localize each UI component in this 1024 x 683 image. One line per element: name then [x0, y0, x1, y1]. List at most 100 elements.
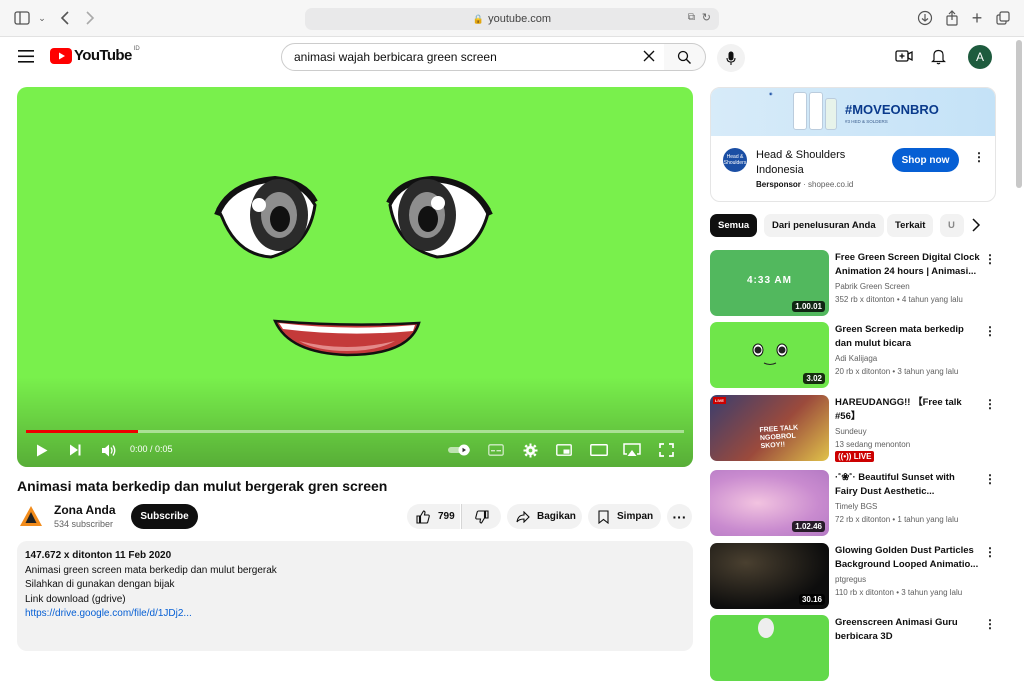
next-icon[interactable]	[66, 439, 84, 461]
youtube-logo[interactable]: YouTube ID	[50, 46, 140, 64]
share-button[interactable]: Bagikan	[507, 504, 582, 529]
video-duration: 30.16	[798, 594, 825, 605]
video-thumbnail[interactable]: 4:33 AM 1.00.01	[710, 250, 829, 316]
advertiser-logo[interactable]: Head & Shoulders	[723, 148, 747, 172]
shop-now-button[interactable]: Shop now	[892, 148, 959, 172]
channel-avatar[interactable]	[18, 503, 44, 529]
video-thumbnail[interactable]	[710, 615, 829, 681]
video-title[interactable]: HAREUDANGG!! 【Free talk #56】	[835, 396, 980, 424]
video-thumbnail[interactable]: 1.02.46	[710, 470, 829, 536]
notifications-bell-icon[interactable]	[931, 48, 946, 70]
sidebar-toggle-icon[interactable]	[12, 8, 32, 28]
description-line: Animasi green screen mata berkedip dan m…	[25, 564, 277, 576]
url-text: youtube.com	[488, 13, 552, 25]
address-bar[interactable]: 🔒 youtube.com ⧉ ↻	[305, 8, 719, 30]
ad-domain: shopee.co.id	[808, 180, 854, 189]
back-icon[interactable]	[55, 8, 75, 28]
voice-search-button[interactable]	[717, 44, 745, 72]
settings-gear-icon[interactable]	[521, 439, 539, 461]
browser-toolbar: ⌄ 🔒 youtube.com ⧉ ↻ +	[0, 0, 1024, 37]
ad-more-options-icon[interactable]: ⋮	[973, 150, 985, 164]
description-line: Silahkan di gunakan dengan bijak	[25, 579, 175, 590]
video-title[interactable]: Glowing Golden Dust Particles Background…	[835, 544, 980, 572]
progress-played	[26, 430, 138, 433]
download-link[interactable]: https://drive.google.com/file/d/1JDj2...	[25, 608, 192, 619]
dislike-button[interactable]	[461, 504, 501, 529]
brand-logo-icon: ◉	[769, 91, 773, 96]
recommended-video[interactable]: Greenscreen Animasi Guru berbicara 3D ⋮	[710, 615, 1000, 683]
channel-name[interactable]: Zona Anda	[54, 503, 116, 517]
sponsored-ad-card[interactable]: ◉ #MOVEONBRO #3 HED & SOLDERS Head & Sho…	[710, 87, 996, 202]
video-meta: 20 rb x ditonton • 3 tahun yang lalu	[835, 367, 959, 376]
video-thumbnail[interactable]: 30.16	[710, 543, 829, 609]
ad-banner-image[interactable]: ◉ #MOVEONBRO #3 HED & SOLDERS	[711, 88, 995, 136]
channel-name[interactable]: ptgregus	[835, 575, 866, 584]
translate-icon[interactable]: ⧉	[688, 12, 695, 23]
new-tab-icon[interactable]: +	[967, 8, 987, 28]
search-button[interactable]	[664, 43, 706, 71]
page-scrollbar[interactable]	[1016, 40, 1022, 188]
sponsored-label: Bersponsor	[756, 180, 801, 189]
like-button[interactable]: 799	[407, 504, 460, 529]
theater-mode-icon[interactable]	[589, 439, 609, 461]
forward-icon[interactable]	[80, 8, 100, 28]
search-icon	[677, 50, 691, 64]
airplay-icon[interactable]	[622, 439, 642, 461]
recommended-video[interactable]: 1.02.46 ·˚❀˚· Beautiful Sunset with Fair…	[710, 470, 1000, 538]
channel-name[interactable]: Timely BGS	[835, 502, 877, 511]
create-video-icon[interactable]	[895, 49, 913, 68]
save-button[interactable]: Simpan	[588, 504, 661, 529]
recommended-video[interactable]: 30.16 Glowing Golden Dust Particles Back…	[710, 543, 1000, 611]
autoplay-toggle[interactable]	[447, 439, 473, 461]
more-options-icon[interactable]: ⋮	[984, 397, 996, 411]
chip-related[interactable]: Terkait	[887, 214, 934, 237]
reload-icon[interactable]: ↻	[702, 11, 711, 24]
subscribe-button[interactable]: Subscribe	[131, 504, 198, 529]
chevron-right-icon[interactable]	[971, 217, 981, 238]
recommended-video[interactable]: LIVE FREE TALK NGOBROL SKOY!! HAREUDANGG…	[710, 395, 1000, 463]
video-title[interactable]: Free Green Screen Digital Clock Animatio…	[835, 251, 980, 279]
thumbs-up-icon	[416, 509, 430, 524]
progress-bar[interactable]	[26, 430, 684, 433]
more-options-icon[interactable]: ⋮	[984, 617, 996, 631]
live-badge: ((•)) LIVE	[835, 451, 875, 462]
chip-all[interactable]: Semua	[710, 214, 758, 237]
fullscreen-icon[interactable]	[657, 439, 675, 461]
miniplayer-icon[interactable]	[555, 439, 573, 461]
download-icon[interactable]	[915, 8, 935, 28]
volume-icon[interactable]	[99, 439, 119, 461]
video-meta: 110 rb x ditonton • 3 tahun yang lalu	[835, 588, 963, 597]
search-input[interactable]: animasi wajah berbicara green screen	[281, 43, 665, 71]
account-avatar[interactable]: A	[968, 45, 992, 69]
play-icon[interactable]	[33, 439, 51, 461]
product-bottle-icon	[809, 92, 823, 130]
recommended-video[interactable]: 3.02 Green Screen mata berkedip dan mulu…	[710, 322, 1000, 390]
ad-sponsor-line: Bersponsor · shopee.co.id	[756, 180, 854, 189]
more-actions-icon[interactable]: ···	[667, 504, 692, 529]
ad-title[interactable]: Head & Shoulders Indonesia	[756, 148, 876, 178]
video-title[interactable]: Green Screen mata berkedip dan mulut bic…	[835, 323, 980, 351]
product-bottle-icon	[793, 92, 807, 130]
more-options-icon[interactable]: ⋮	[984, 472, 996, 486]
channel-name[interactable]: Adi Kalijaga	[835, 354, 877, 363]
tabs-overview-icon[interactable]	[993, 8, 1013, 28]
share-icon[interactable]	[942, 8, 962, 28]
subtitles-icon[interactable]	[487, 439, 505, 461]
video-player[interactable]: 0:00 / 0:05	[17, 87, 693, 467]
description-box[interactable]: 147.672 x ditonton 11 Feb 2020 Animasi g…	[17, 541, 693, 651]
more-options-icon[interactable]: ⋮	[984, 324, 996, 338]
video-thumbnail[interactable]: LIVE FREE TALK NGOBROL SKOY!!	[710, 395, 829, 461]
channel-name[interactable]: Sundeuy	[835, 427, 867, 436]
video-title[interactable]: ·˚❀˚· Beautiful Sunset with Fairy Dust A…	[835, 471, 980, 499]
chip-from-search[interactable]: Dari penelusuran Anda	[764, 214, 884, 237]
more-options-icon[interactable]: ⋮	[984, 252, 996, 266]
clear-search-icon[interactable]	[642, 49, 656, 66]
chevron-down-icon[interactable]: ⌄	[32, 8, 52, 28]
menu-icon[interactable]	[18, 50, 34, 68]
video-thumbnail[interactable]: 3.02	[710, 322, 829, 388]
chip-partial[interactable]: U	[940, 214, 964, 237]
live-label: LIVE	[853, 452, 872, 461]
channel-name[interactable]: Pabrik Green Screen	[835, 282, 910, 291]
recommended-video[interactable]: 4:33 AM 1.00.01 Free Green Screen Digita…	[710, 250, 1000, 318]
more-options-icon[interactable]: ⋮	[984, 545, 996, 559]
